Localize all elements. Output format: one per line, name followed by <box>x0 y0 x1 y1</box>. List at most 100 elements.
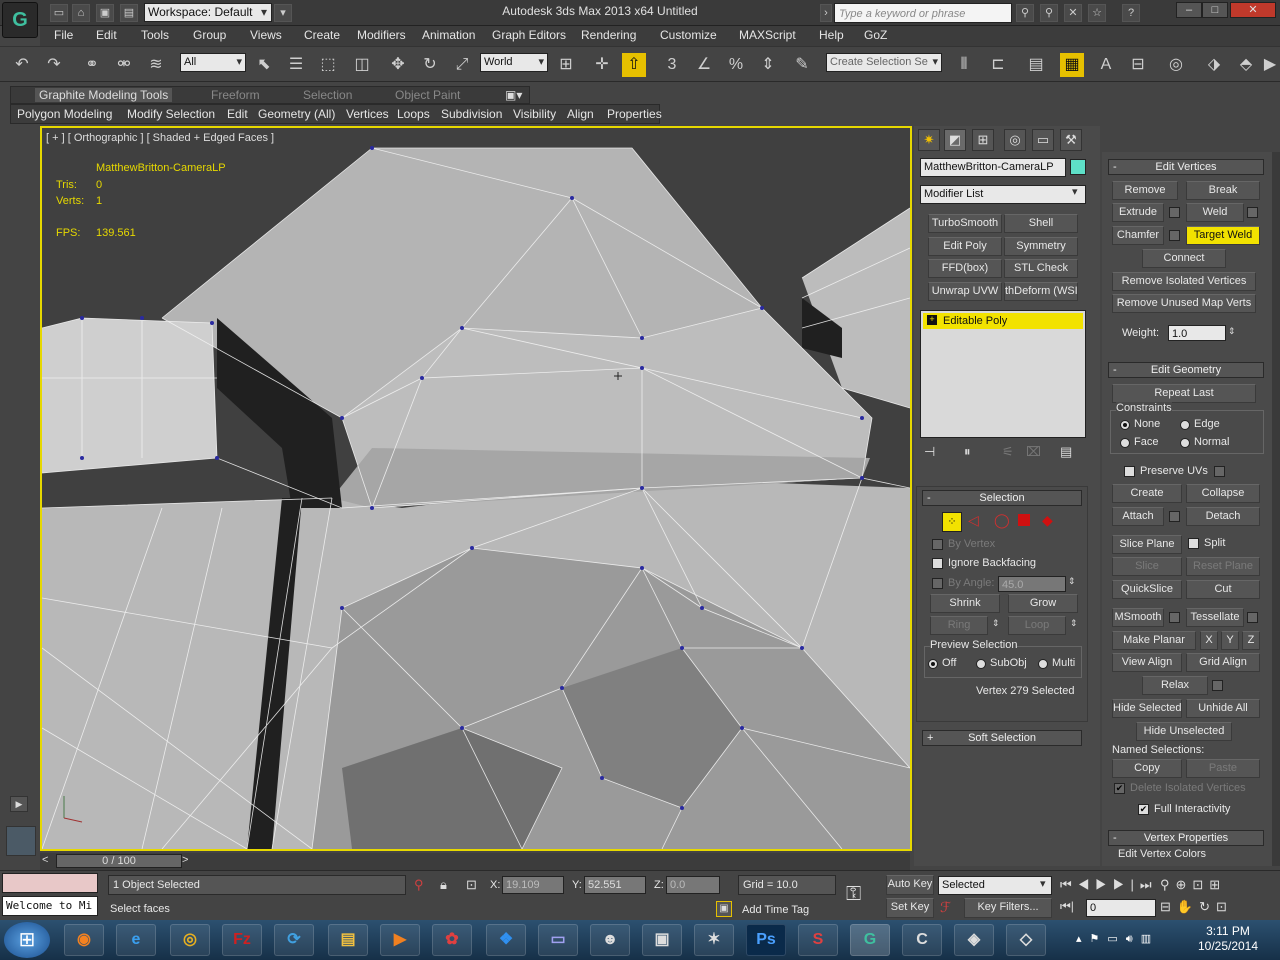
expand-icon[interactable]: ▶ <box>10 796 28 812</box>
auto-key-button[interactable]: Auto Key <box>886 875 934 895</box>
redo-icon[interactable]: ↷ <box>42 53 66 77</box>
menu-file[interactable]: File <box>54 28 73 42</box>
stack-item-editable-poly[interactable]: Editable Poly <box>923 313 1083 329</box>
panel-align[interactable]: Align <box>567 107 594 121</box>
file-explorer-icon[interactable]: ▤ <box>328 924 368 956</box>
cut-button[interactable]: Cut <box>1186 580 1260 599</box>
hide-selected-button[interactable]: Hide Selected <box>1112 699 1182 718</box>
angle-value-field[interactable]: 45.0 <box>998 576 1066 592</box>
create-tab-icon[interactable]: ✷ <box>918 129 940 151</box>
material-editor-icon[interactable]: ◎ <box>1164 53 1188 77</box>
substance-icon[interactable]: S <box>798 924 838 956</box>
unlink-icon[interactable]: ⚮ <box>112 53 136 77</box>
panel-polygon-modeling[interactable]: Polygon Modeling <box>17 107 112 121</box>
internet-explorer-icon[interactable]: e <box>116 924 156 956</box>
split-checkbox[interactable] <box>1188 538 1199 549</box>
msmooth-button[interactable]: MSmooth <box>1112 608 1164 627</box>
preserve-uvs-checkbox[interactable] <box>1124 466 1135 477</box>
object-color-swatch[interactable] <box>1070 159 1086 175</box>
make-unique-icon[interactable]: ⚟ <box>1002 444 1014 460</box>
weld-button[interactable]: Weld <box>1186 203 1244 222</box>
delete-isolated-vertices-checkbox[interactable]: ✔ <box>1114 783 1125 794</box>
selection-rollout-header[interactable]: - Selection <box>922 490 1082 506</box>
chamfer-settings-icon[interactable] <box>1169 230 1180 241</box>
tessellate-button[interactable]: Tessellate <box>1186 608 1244 627</box>
hierarchy-tab-icon[interactable]: ⊞ <box>972 129 994 151</box>
panel-geometry-all[interactable]: Geometry (All) <box>258 107 335 121</box>
snaps-toggle-icon[interactable]: 3 <box>660 53 684 77</box>
panel-loops[interactable]: Loops <box>397 107 430 121</box>
menu-group[interactable]: Group <box>193 28 226 42</box>
border-mode-icon[interactable]: ◯ <box>994 512 1010 529</box>
constraint-face-radio[interactable] <box>1120 438 1130 448</box>
relax-settings-icon[interactable] <box>1212 680 1223 691</box>
attach-button[interactable]: Attach <box>1112 507 1164 526</box>
spinner-snap-icon[interactable]: ⇕ <box>756 53 780 77</box>
edge-mode-icon[interactable]: ◁ <box>968 512 979 529</box>
relax-button[interactable]: Relax <box>1142 676 1208 695</box>
menu-maxscript[interactable]: MAXScript <box>739 28 796 42</box>
grid-align-button[interactable]: Grid Align <box>1186 653 1260 672</box>
panel-scrollbar[interactable] <box>1272 152 1280 866</box>
attach-settings-icon[interactable] <box>1169 511 1180 522</box>
menu-rendering[interactable]: Rendering <box>581 28 636 42</box>
element-mode-icon[interactable]: ◆ <box>1042 512 1053 529</box>
soft-selection-rollout-header[interactable]: + Soft Selection <box>922 730 1082 746</box>
preview-multi-radio[interactable] <box>1038 659 1048 669</box>
select-object-icon[interactable]: ⬉ <box>252 53 276 77</box>
menu-animation[interactable]: Animation <box>422 28 475 42</box>
ignore-backfacing-checkbox[interactable] <box>932 558 943 569</box>
key-icon[interactable]: ⚿ <box>846 883 861 906</box>
weight-field[interactable]: 1.0 <box>1168 325 1226 341</box>
unhide-all-button[interactable]: Unhide All <box>1186 699 1260 718</box>
weld-settings-icon[interactable] <box>1247 207 1258 218</box>
remove-unused-map-verts-button[interactable]: Remove Unused Map Verts <box>1112 294 1256 313</box>
thdeform-button[interactable]: thDeform (WSI <box>1004 282 1078 301</box>
panel-vertices[interactable]: Vertices <box>346 107 389 121</box>
favorites-icon[interactable]: ☆ <box>1088 4 1106 22</box>
panel-visibility[interactable]: Visibility <box>513 107 556 121</box>
copy-button[interactable]: Copy <box>1112 759 1182 778</box>
undo-icon[interactable]: ↶ <box>10 53 34 77</box>
show-end-result-icon[interactable]: ⏸ <box>964 444 971 460</box>
collapse-button[interactable]: Collapse <box>1186 484 1260 503</box>
menu-create[interactable]: Create <box>304 28 340 42</box>
angle-snap-icon[interactable]: ∠ <box>692 53 716 77</box>
named-selection-sets-dropdown[interactable]: Create Selection Se <box>826 53 942 72</box>
viewport-label[interactable]: [ + ] [ Orthographic ] [ Shaded + Edged … <box>46 132 274 144</box>
maxscript-listener[interactable]: Welcome to Mi <box>2 896 98 916</box>
more-icon[interactable]: ▾ <box>274 4 292 22</box>
scale-icon[interactable]: ⤢ <box>450 53 474 77</box>
app-icon-2[interactable]: ◇ <box>1006 924 1046 956</box>
edit-named-selection-icon[interactable]: ✎ <box>790 53 814 77</box>
select-manipulate-icon[interactable]: ✛ <box>590 53 614 77</box>
zbrush-icon[interactable]: ✶ <box>694 924 734 956</box>
reset-plane-button[interactable]: Reset Plane <box>1186 557 1260 576</box>
tab-selection[interactable]: Selection <box>303 88 352 102</box>
time-tag-icon[interactable]: ▣ <box>716 901 732 917</box>
playback-controls[interactable]: ⏮◀▶▶|⏭ <box>1060 877 1158 893</box>
absolute-mode-icon[interactable]: ⊡ <box>466 877 477 893</box>
turbosmooth-button[interactable]: TurboSmooth <box>928 214 1002 233</box>
menu-customize[interactable]: Customize <box>660 28 717 42</box>
media-player-icon[interactable]: ▶ <box>380 924 420 956</box>
constraint-none-radio[interactable] <box>1120 420 1130 430</box>
menu-tools[interactable]: Tools <box>141 28 169 42</box>
isolate-icon[interactable]: ⚲ <box>414 877 424 893</box>
view-align-button[interactable]: View Align <box>1112 653 1182 672</box>
make-planar-button[interactable]: Make Planar <box>1112 631 1196 650</box>
3ds-max-icon[interactable]: G <box>850 924 890 956</box>
by-angle-checkbox[interactable] <box>932 578 943 589</box>
sync-icon[interactable]: ⟳ <box>274 924 314 956</box>
mudbox-icon[interactable]: ☻ <box>590 924 630 956</box>
ffd-box-button[interactable]: FFD(box) <box>928 259 1002 278</box>
constraint-edge-radio[interactable] <box>1180 420 1190 430</box>
tab-freeform[interactable]: Freeform <box>211 88 260 102</box>
modifier-list-dropdown[interactable]: Modifier List <box>920 185 1086 204</box>
chevron-down-icon[interactable]: ▾ <box>1072 185 1078 198</box>
preserve-uvs-settings-icon[interactable] <box>1214 466 1225 477</box>
system-tray-icons[interactable]: ▴⚑▭🔊︎▥ <box>1076 932 1159 946</box>
x-coordinate-field[interactable]: 19.109 <box>502 876 564 894</box>
configure-modifier-sets-icon[interactable]: ▤ <box>1060 444 1072 460</box>
panel-subdivision[interactable]: Subdivision <box>441 107 502 121</box>
